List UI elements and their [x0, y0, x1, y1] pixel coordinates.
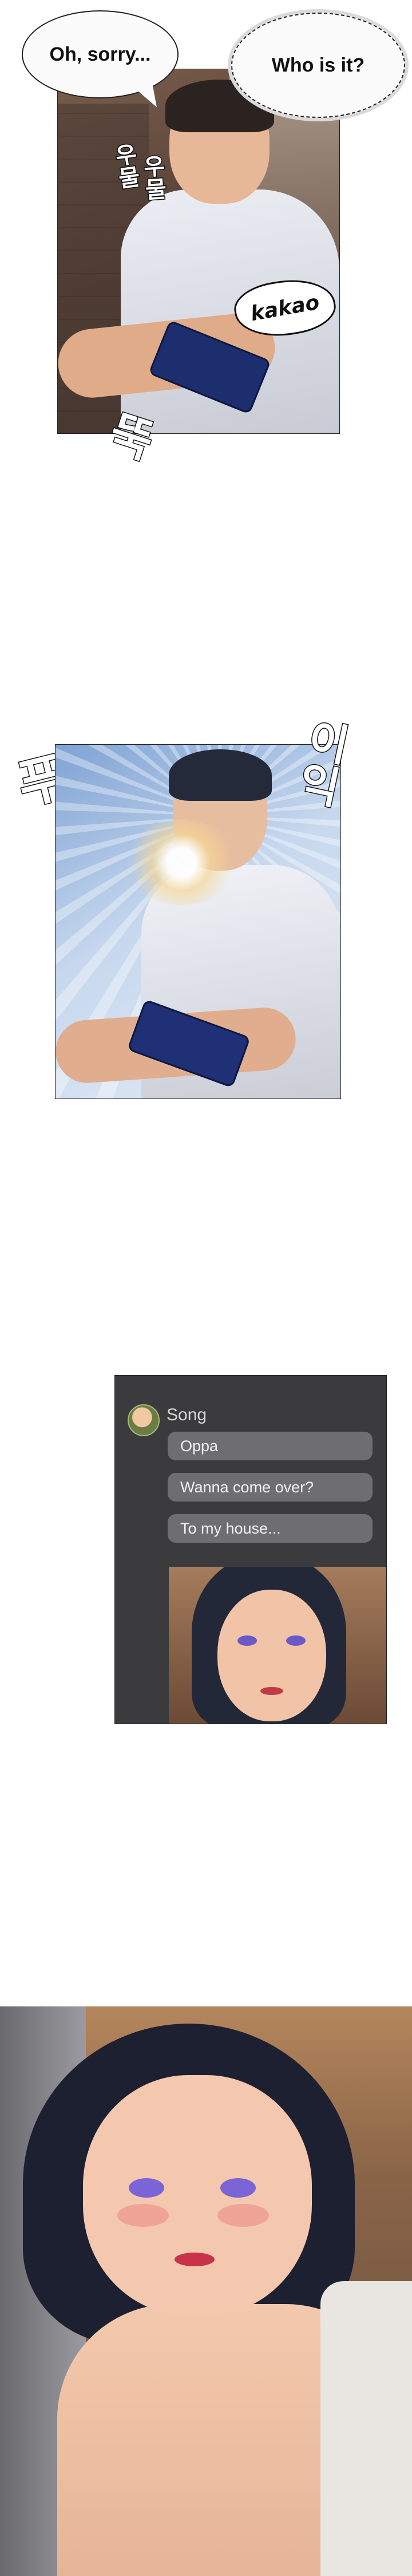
eye-left — [129, 2178, 164, 2198]
woman-shirt — [320, 2281, 412, 2576]
lips — [175, 2253, 215, 2266]
panel-4 — [0, 2006, 412, 2576]
woman-face — [217, 1590, 326, 1721]
sfx-spit-right: 이익 — [286, 713, 356, 811]
eye-right — [220, 2178, 256, 2198]
chat-message: Oppa — [168, 1432, 373, 1460]
spit-spray — [124, 819, 239, 905]
lips — [260, 1687, 283, 1695]
chat-photo — [169, 1567, 386, 1724]
avatar — [128, 1404, 160, 1436]
chat-panel: Song Oppa Wanna come over? To my house..… — [114, 1375, 387, 1724]
blush-left — [117, 2204, 169, 2227]
chat-message: To my house... — [168, 1514, 373, 1543]
chat-message: Wanna come over? — [168, 1473, 373, 1502]
eye-left — [237, 1635, 257, 1646]
speech-bubble-sorry: Oh, sorry... — [22, 10, 179, 98]
man-hair — [169, 749, 272, 801]
eye-right — [286, 1635, 306, 1646]
sfx-chewing-2: 우물 — [137, 153, 168, 202]
chat-sender-name: Song — [167, 1405, 207, 1424]
panel-1 — [57, 69, 340, 434]
speech-bubble-who: Who is it? — [231, 13, 405, 118]
woman-face — [83, 2075, 312, 2316]
blush-right — [217, 2204, 269, 2227]
